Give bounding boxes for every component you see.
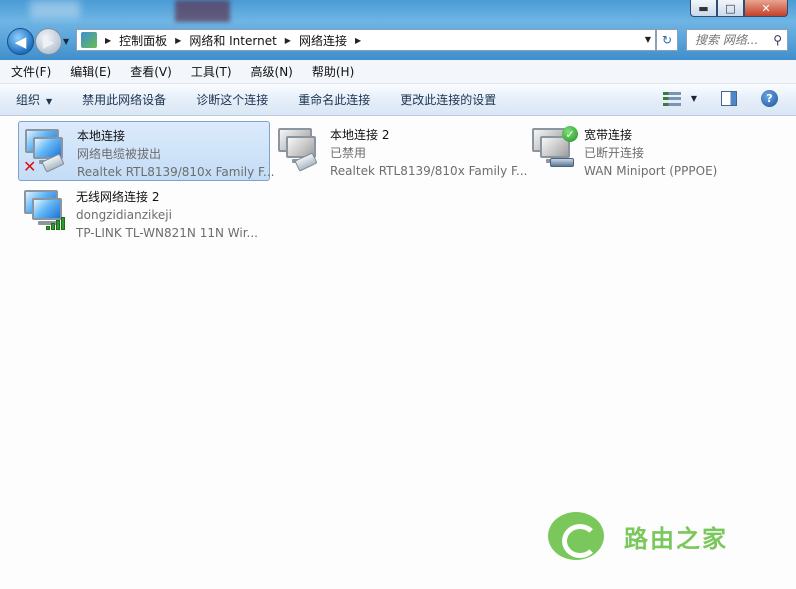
menu-file[interactable]: 文件(F) — [8, 61, 54, 82]
connection-item-local[interactable]: ✕ 本地连接 网络电缆被拔出 Realtek RTL8139/810x Fami… — [18, 121, 274, 181]
change-view-icon[interactable] — [662, 91, 681, 106]
rename-button[interactable]: 重命名此连接 — [298, 91, 370, 108]
control-panel-icon — [81, 32, 97, 48]
view-options-dropdown[interactable]: ▼ — [691, 94, 697, 103]
connection-device: TP-LINK TL-WN821N 11N Wir... — [76, 226, 258, 240]
watermark-text: 路由之家 — [624, 524, 728, 553]
preview-pane-icon[interactable] — [721, 91, 737, 106]
chevron-right-icon[interactable]: ▶ — [105, 36, 111, 45]
connection-status: 已断开连接 — [584, 146, 645, 160]
maximize-button[interactable]: □ — [717, 0, 744, 17]
ethernet-unplugged-icon: ✕ — [21, 125, 73, 179]
address-history-dropdown[interactable]: ▼ — [645, 35, 651, 44]
refresh-button[interactable]: ↻ — [656, 29, 678, 51]
command-bar: 组织 ▼ 禁用此网络设备 诊断这个连接 重命名此连接 更改此连接的设置 ▼ ? — [0, 84, 796, 116]
menu-edit[interactable]: 编辑(E) — [67, 61, 114, 82]
back-button[interactable]: ◀ — [7, 28, 34, 55]
signal-strength-icon — [46, 216, 68, 230]
breadcrumb-control-panel[interactable]: 控制面板 — [119, 32, 167, 49]
connection-item-broadband[interactable]: ✓ 宽带连接 已断开连接 WAN Miniport (PPPOE) — [526, 121, 778, 181]
recent-pages-dropdown[interactable]: ▼ — [63, 37, 69, 46]
menu-advanced[interactable]: 高级(N) — [248, 61, 296, 82]
search-input[interactable] — [695, 33, 765, 47]
connection-device: WAN Miniport (PPPOE) — [584, 164, 718, 178]
connection-status: dongzidianzikeji — [76, 208, 172, 222]
connection-status: 网络电缆被拔出 — [77, 147, 162, 161]
help-icon[interactable]: ? — [761, 90, 778, 107]
connection-name: 无线网络连接 2 — [76, 190, 160, 204]
arrow-left-icon: ◀ — [14, 32, 27, 51]
change-settings-button[interactable]: 更改此连接的设置 — [400, 91, 496, 108]
connection-item-wireless-2[interactable]: 无线网络连接 2 dongzidianzikeji TP-LINK TL-WN8… — [18, 183, 270, 243]
menu-help[interactable]: 帮助(H) — [309, 61, 357, 82]
wireless-icon — [20, 186, 72, 240]
forward-button[interactable]: ▶ — [35, 28, 62, 55]
ethernet-disabled-icon — [274, 124, 326, 178]
menu-view[interactable]: 查看(V) — [127, 61, 175, 82]
address-bar[interactable]: ▶ 控制面板 ▶ 网络和 Internet ▶ 网络连接 ▶ ▼ — [76, 29, 656, 51]
search-icon[interactable]: ⚲ — [773, 33, 782, 47]
breadcrumb-network-internet[interactable]: 网络和 Internet — [189, 32, 276, 49]
disable-device-button[interactable]: 禁用此网络设备 — [82, 91, 166, 108]
title-bar: ▬ □ ✕ ◀ ▶ ▼ ▶ 控制面板 ▶ 网络和 Internet ▶ 网络连接… — [0, 0, 796, 60]
breadcrumb-network-connections[interactable]: 网络连接 — [299, 32, 347, 49]
connection-item-local-2[interactable]: 本地连接 2 已禁用 Realtek RTL8139/810x Family F… — [272, 121, 528, 181]
connection-name: 本地连接 — [77, 129, 126, 143]
background-glare — [30, 0, 80, 18]
chevron-right-icon[interactable]: ▶ — [175, 36, 181, 45]
menu-bar: 文件(F) 编辑(E) 查看(V) 工具(T) 高级(N) 帮助(H) — [0, 60, 796, 84]
view-controls: ▼ ? — [662, 90, 778, 107]
menu-tools[interactable]: 工具(T) — [188, 61, 235, 82]
close-button[interactable]: ✕ — [744, 0, 788, 17]
search-box[interactable]: ⚲ — [686, 29, 788, 51]
connection-device: Realtek RTL8139/810x Family F... — [77, 165, 275, 179]
connection-name: 宽带连接 — [584, 128, 633, 142]
organize-button[interactable]: 组织 ▼ — [16, 91, 52, 108]
refresh-icon: ↻ — [661, 33, 673, 47]
organize-label: 组织 — [16, 93, 41, 107]
window-controls: ▬ □ ✕ — [690, 0, 788, 17]
minimize-button[interactable]: ▬ — [690, 0, 717, 17]
connection-device: Realtek RTL8139/810x Family F... — [330, 164, 528, 178]
connection-name: 本地连接 2 — [330, 128, 390, 142]
watermark-logo-icon — [548, 512, 604, 560]
chevron-down-icon: ▼ — [46, 97, 53, 106]
chevron-right-icon[interactable]: ▶ — [355, 36, 361, 45]
background-window — [175, 0, 230, 22]
broadband-icon: ✓ — [528, 124, 580, 178]
watermark: 路由之家 — [548, 512, 728, 560]
connection-status: 已禁用 — [330, 146, 367, 160]
arrow-right-icon: ▶ — [42, 32, 55, 51]
chevron-right-icon[interactable]: ▶ — [285, 36, 291, 45]
diagnose-button[interactable]: 诊断这个连接 — [196, 91, 268, 108]
